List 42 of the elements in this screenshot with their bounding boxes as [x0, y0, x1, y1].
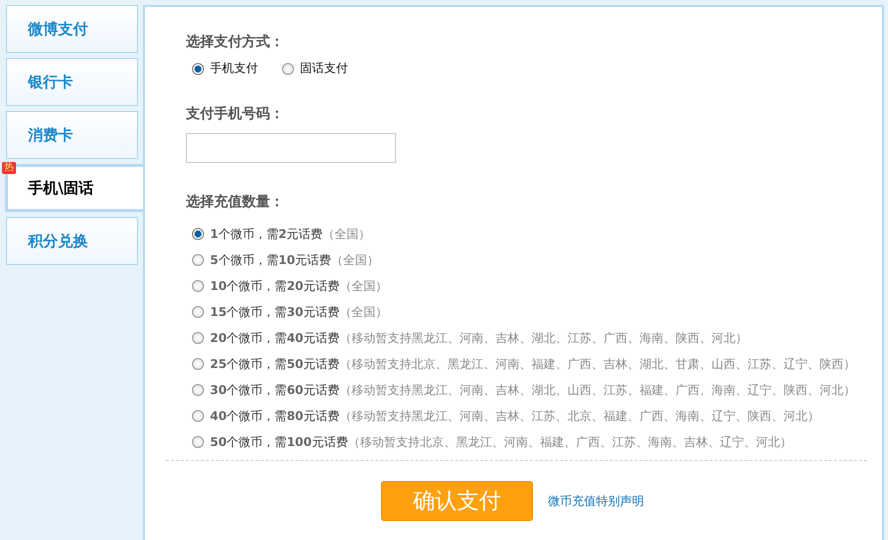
radio-icon[interactable]: [192, 410, 204, 422]
radio-icon[interactable]: [192, 332, 204, 344]
sidebar-tab[interactable]: 银行卡: [6, 58, 138, 106]
option-label: 40个微币，需80元话费: [210, 408, 340, 424]
radio-icon[interactable]: [282, 62, 294, 74]
option-note: （移动暂支持黑龙江、河南、吉林、湖北、江苏、广西、海南、陕西、河北）: [339, 330, 748, 346]
option-label: 5个微币，需10元话费: [210, 252, 332, 268]
hot-badge: 热: [2, 162, 16, 174]
option-note: （全国）: [339, 304, 388, 320]
radio-icon[interactable]: [192, 280, 204, 292]
option-label: 20个微币，需40元话费: [210, 330, 340, 346]
option-label: 30个微币，需60元话费: [210, 382, 340, 398]
confirm-button[interactable]: 确认支付: [381, 481, 533, 521]
option-label: 25个微币，需50元话费: [210, 356, 340, 372]
option-note: （全国）: [331, 252, 380, 268]
option-label: 50个微币，需100元话费: [210, 434, 348, 450]
radio-icon[interactable]: [192, 62, 204, 74]
radio-icon[interactable]: [192, 436, 204, 448]
option-note: （全国）: [339, 278, 388, 294]
sidebar-tab[interactable]: 消费卡: [6, 111, 138, 159]
option-note: （移动暂支持黑龙江、河南、吉林、江苏、北京、福建、广西、海南、辽宁、陕西、河北）: [339, 408, 820, 424]
option-note: （移动暂支持北京、黑龙江、河南、福建、广西、江苏、海南、吉林、辽宁、河北）: [348, 434, 792, 450]
option-label: 1个微币，需2元话费: [210, 226, 323, 242]
option-note: （移动暂支持黑龙江、河南、吉林、湖北、山西、江苏、福建、广西、海南、辽宁、陕西、河北）: [339, 382, 856, 398]
notice-link[interactable]: 微币充值特别声明: [548, 492, 644, 510]
radio-icon[interactable]: [192, 384, 204, 396]
radio-option[interactable]: 手机支付: [192, 60, 258, 77]
radio-option[interactable]: 固话支付: [282, 60, 348, 77]
sidebar-tab[interactable]: 积分兑换: [6, 217, 138, 265]
phone-input-field[interactable]: [186, 133, 396, 163]
section-label: 支付手机号码：: [186, 105, 285, 123]
radio-icon[interactable]: [192, 306, 204, 318]
radio-icon[interactable]: [192, 358, 204, 370]
sidebar-tab[interactable]: 微博支付: [6, 5, 138, 53]
option-label: 10个微币，需20元话费: [210, 278, 340, 294]
section-label: 选择支付方式：: [186, 33, 285, 51]
option-label: 15个微币，需30元话费: [210, 304, 340, 320]
section-label: 选择充值数量：: [186, 193, 285, 211]
radio-icon[interactable]: [192, 228, 204, 240]
option-note: （全国）: [322, 226, 371, 242]
radio-icon[interactable]: [192, 254, 204, 266]
option-note: （移动暂支持北京、黑龙江、河南、福建、广西、吉林、湖北、甘肃、山西、江苏、辽宁、陕西）: [339, 356, 856, 372]
